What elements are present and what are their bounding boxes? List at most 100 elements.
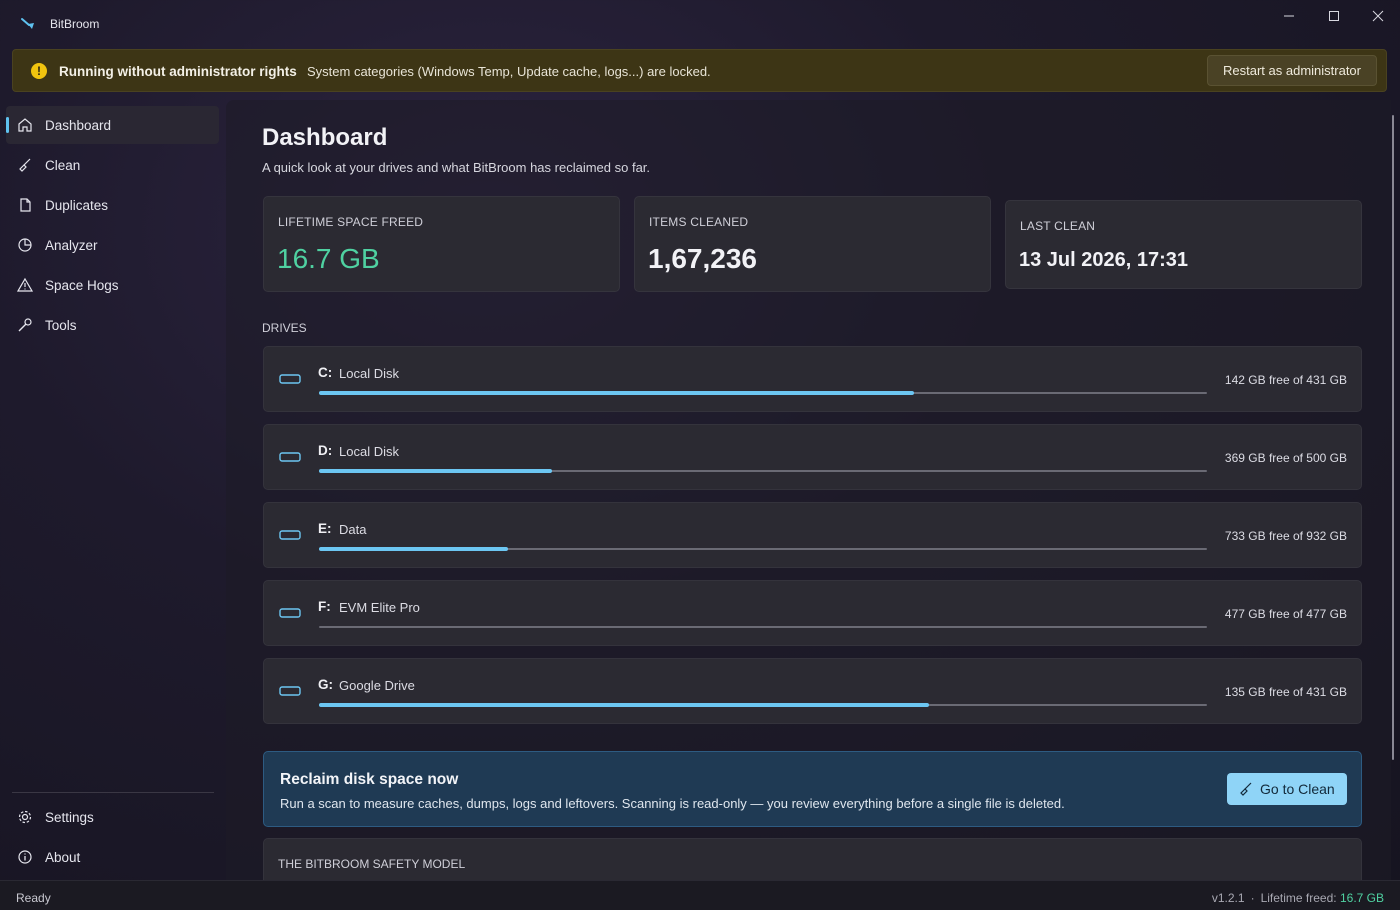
maximize-button[interactable]	[1311, 0, 1357, 32]
callout-title: Reclaim disk space now	[280, 771, 459, 788]
drive-usage-fill	[319, 391, 914, 395]
close-button[interactable]	[1355, 0, 1400, 32]
drive-icon	[279, 452, 301, 462]
stat-value: 16.7 GB	[277, 243, 380, 274]
stat-card-items-cleaned: ITEMS CLEANED 1,67,236	[634, 196, 991, 292]
drive-free-space: 369 GB free of 500 GB	[1224, 451, 1347, 465]
callout-text: Run a scan to measure caches, dumps, log…	[280, 796, 1065, 811]
pie-chart-icon	[18, 238, 32, 252]
status-bar: Ready v1.2.1 · Lifetime freed: 16.7 GB	[0, 880, 1400, 910]
drive-icon	[279, 374, 301, 384]
banner-message: System categories (Windows Temp, Update …	[307, 64, 711, 79]
drive-name: EVM Elite Pro	[339, 600, 420, 615]
drive-row[interactable]: G: Google Drive 135 GB free of 431 GB	[263, 658, 1362, 724]
drive-icon	[279, 530, 301, 540]
drives-section-label: DRIVES	[262, 321, 307, 335]
drive-letter: C:	[318, 365, 333, 380]
page-subtitle: A quick look at your drives and what Bit…	[262, 160, 651, 175]
sidebar-item-dashboard[interactable]: Dashboard	[6, 106, 219, 144]
sidebar-item-about[interactable]: About	[6, 838, 219, 876]
sidebar-item-tools[interactable]: Tools	[6, 306, 219, 344]
stat-label: LIFETIME SPACE FREED	[278, 215, 424, 229]
drive-free-space: 142 GB free of 431 GB	[1224, 373, 1347, 387]
restart-as-admin-button[interactable]: Restart as administrator	[1207, 55, 1377, 86]
drive-letter: G:	[318, 677, 333, 692]
sidebar-item-clean[interactable]: Clean	[6, 146, 219, 184]
go-to-clean-button[interactable]: Go to Clean	[1227, 773, 1347, 805]
broom-logo-icon	[21, 18, 34, 29]
admin-warning-banner: ! Running without administrator rights S…	[12, 49, 1387, 92]
drive-letter: D:	[318, 443, 333, 458]
drive-row[interactable]: E: Data 733 GB free of 932 GB	[263, 502, 1362, 568]
stat-value: 13 Jul 2026, 17:31	[1019, 249, 1189, 271]
close-icon	[1372, 10, 1384, 22]
stat-card-lifetime-freed: LIFETIME SPACE FREED 16.7 GB	[263, 196, 620, 292]
drive-icon	[279, 686, 301, 696]
home-icon	[18, 118, 32, 132]
maximize-icon	[1329, 11, 1339, 21]
sidebar-item-label: Analyzer	[45, 238, 98, 253]
drive-name: Local Disk	[339, 366, 399, 381]
status-info: v1.2.1 · Lifetime freed: 16.7 GB	[1212, 891, 1384, 905]
document-icon	[20, 198, 31, 212]
page-title: Dashboard	[262, 124, 388, 151]
broom-icon	[1240, 782, 1252, 796]
warning-icon: !	[31, 63, 47, 79]
lifetime-freed-value: 16.7 GB	[1339, 891, 1384, 905]
drive-name: Google Drive	[339, 678, 415, 693]
drive-usage-bar	[319, 626, 1207, 628]
stat-label: ITEMS CLEANED	[649, 215, 749, 229]
sidebar-item-duplicates[interactable]: Duplicates	[6, 186, 219, 224]
main-content: Dashboard A quick look at your drives an…	[226, 100, 1391, 880]
drive-letter: E:	[318, 521, 332, 536]
lifetime-freed-label: Lifetime freed:	[1260, 891, 1337, 905]
sidebar-item-settings[interactable]: Settings	[6, 798, 219, 836]
drive-name: Data	[339, 522, 367, 537]
go-to-clean-label: Go to Clean	[1260, 781, 1335, 797]
active-indicator	[6, 117, 9, 133]
sidebar-item-label: About	[45, 850, 81, 865]
gear-icon	[18, 810, 32, 824]
drive-row[interactable]: D: Local Disk 369 GB free of 500 GB	[263, 424, 1362, 490]
drive-row[interactable]: F: EVM Elite Pro 477 GB free of 477 GB	[263, 580, 1362, 646]
drive-usage-fill	[319, 703, 930, 707]
sidebar-item-label: Clean	[45, 158, 81, 173]
drive-free-space: 135 GB free of 431 GB	[1224, 685, 1347, 699]
stat-value: 1,67,236	[648, 243, 757, 274]
wrench-icon	[18, 318, 32, 332]
drive-icon	[279, 608, 301, 618]
minimize-button[interactable]	[1266, 0, 1312, 32]
sidebar-divider	[12, 792, 214, 793]
drive-usage-fill	[319, 547, 509, 551]
drive-usage-bar	[319, 469, 1207, 473]
reclaim-space-callout: Reclaim disk space now Run a scan to mea…	[263, 751, 1362, 827]
broom-icon	[19, 158, 31, 172]
status-separator: ·	[1250, 891, 1255, 905]
safety-section-title: THE BITBROOM SAFETY MODEL	[278, 857, 466, 871]
drive-free-space: 477 GB free of 477 GB	[1224, 607, 1347, 621]
stat-label: LAST CLEAN	[1020, 219, 1096, 233]
sidebar-item-label: Dashboard	[45, 118, 112, 133]
app-title: BitBroom	[50, 17, 100, 31]
drive-row[interactable]: C: Local Disk 142 GB free of 431 GB	[263, 346, 1362, 412]
sidebar-item-label: Settings	[45, 810, 94, 825]
sidebar-item-analyzer[interactable]: Analyzer	[6, 226, 219, 264]
sidebar-item-label: Space Hogs	[45, 278, 119, 293]
drive-free-space: 733 GB free of 932 GB	[1224, 529, 1347, 543]
status-text: Ready	[16, 891, 51, 905]
sidebar-item-label: Tools	[45, 318, 77, 333]
title-bar: BitBroom	[0, 0, 1400, 48]
banner-title: Running without administrator rights	[59, 64, 297, 79]
main-scrollbar[interactable]	[1392, 115, 1394, 760]
minimize-icon	[1284, 15, 1294, 17]
drive-letter: F:	[318, 599, 331, 614]
sidebar-item-label: Duplicates	[45, 198, 109, 213]
sidebar-item-space-hogs[interactable]: Space Hogs	[6, 266, 219, 304]
drive-usage-fill	[319, 469, 552, 473]
sidebar: Dashboard Clean Duplicates Analyzer Spac…	[0, 100, 226, 880]
drive-usage-bar	[319, 703, 1207, 707]
warning-triangle-icon	[17, 277, 33, 292]
drive-usage-bar	[319, 391, 1207, 395]
version-label: v1.2.1	[1211, 891, 1245, 905]
safety-model-section: THE BITBROOM SAFETY MODEL	[263, 838, 1362, 880]
